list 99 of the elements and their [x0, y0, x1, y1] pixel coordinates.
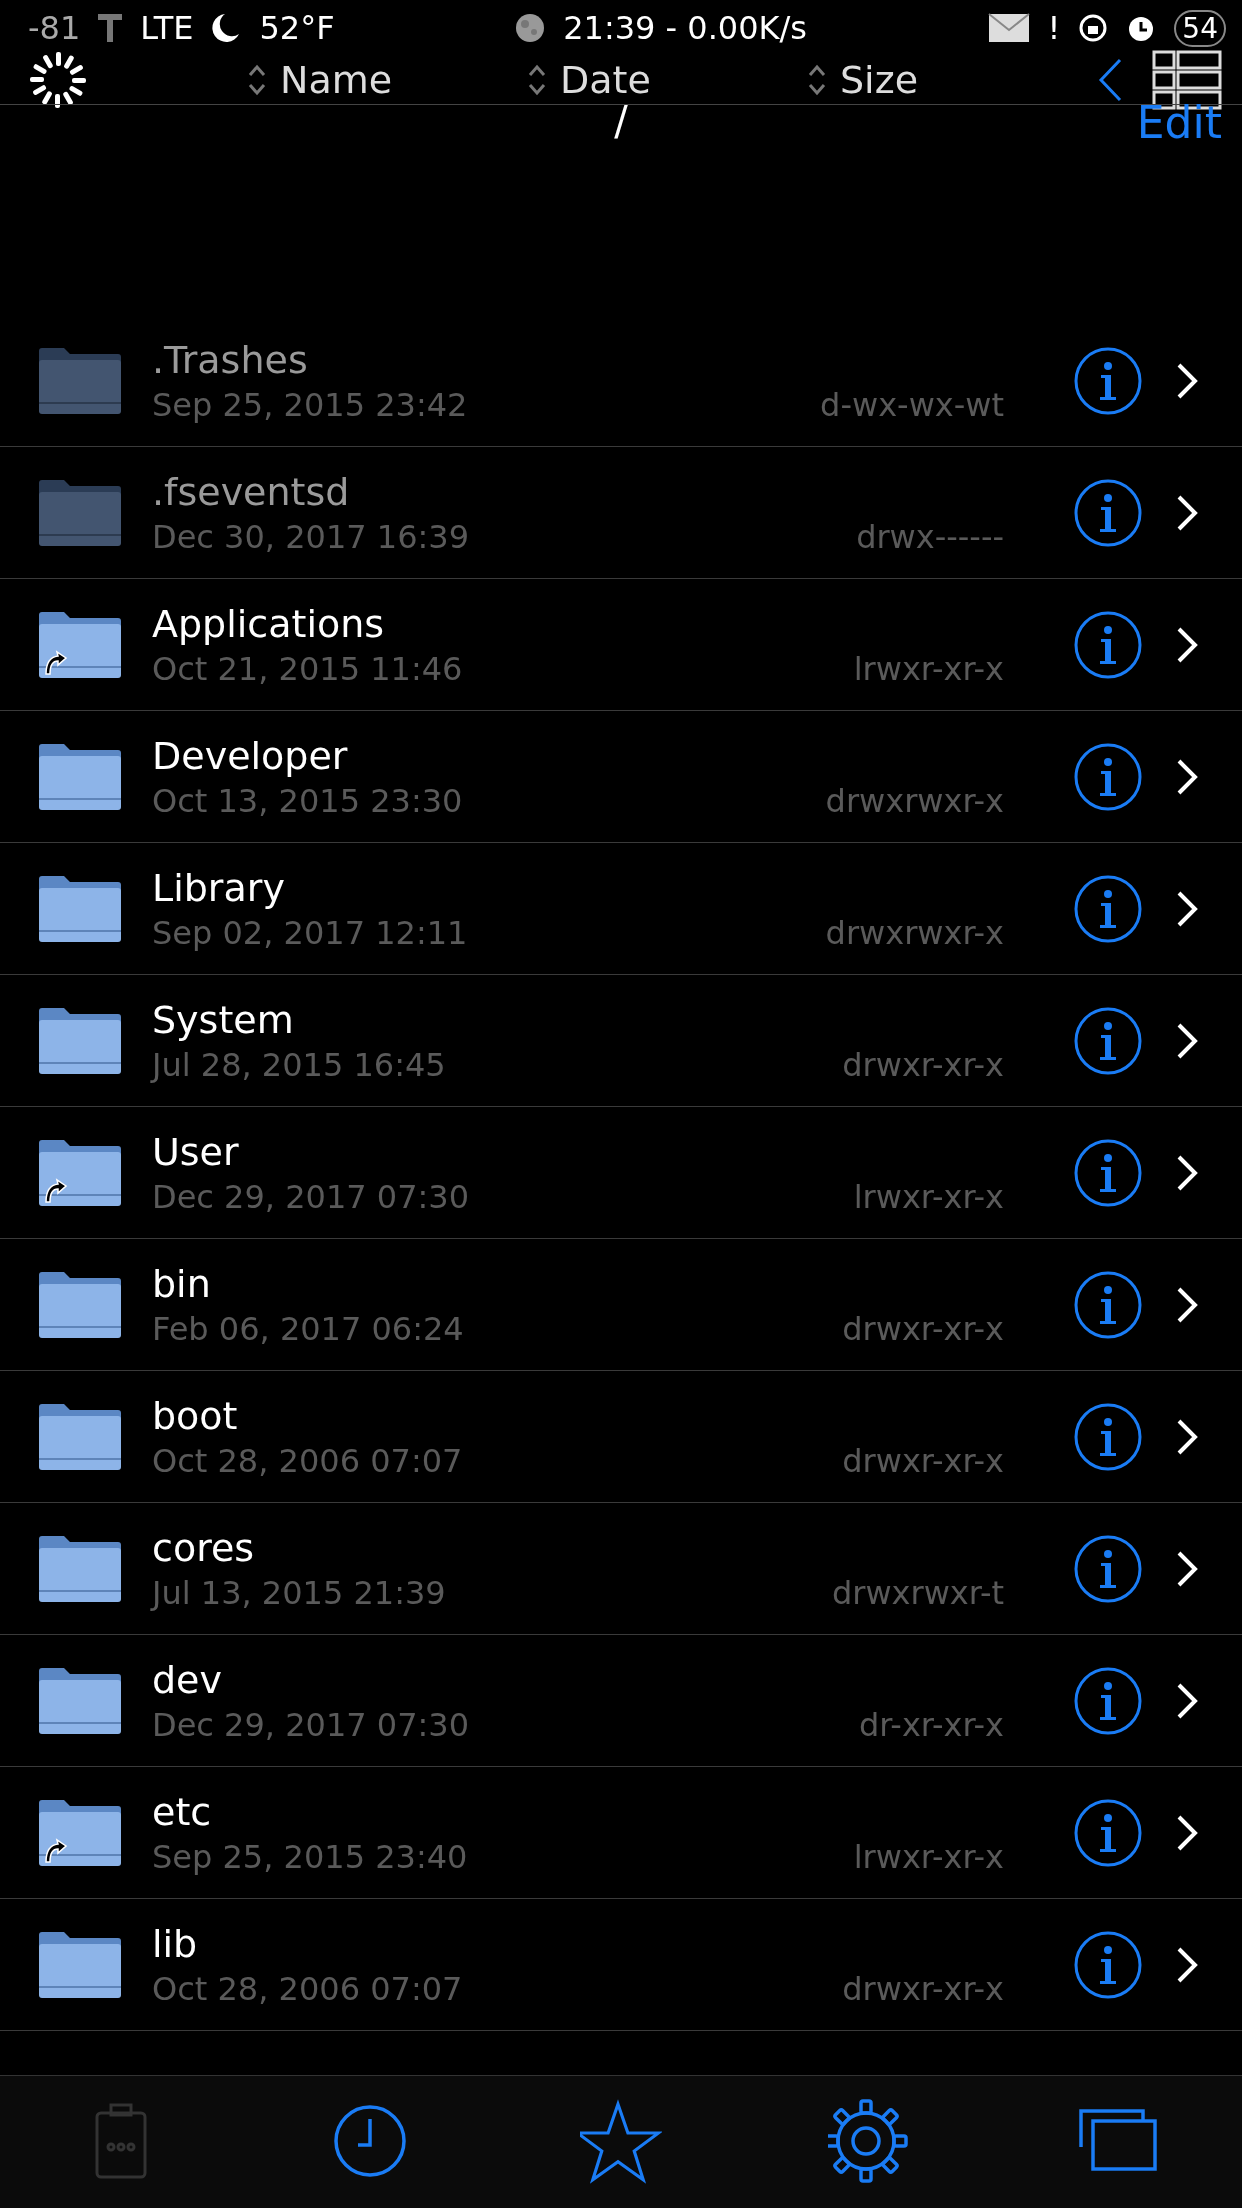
- permissions: drwxr-xr-x: [842, 1045, 1004, 1084]
- mail-icon: [987, 13, 1030, 43]
- chevron-right-icon[interactable]: [1176, 1417, 1198, 1456]
- modified-date: Sep 02, 2017 12:11: [152, 913, 468, 952]
- permissions: drwxr-xr-x: [842, 1969, 1004, 2008]
- sort-arrows-icon: [528, 63, 546, 97]
- modified-date: Sep 25, 2015 23:40: [152, 1837, 468, 1876]
- chevron-right-icon[interactable]: [1176, 1945, 1198, 1984]
- folder-icon: [38, 873, 122, 944]
- folder-icon: [38, 1401, 122, 1472]
- permissions: lrwxr-xr-x: [853, 1837, 1004, 1876]
- modified-date: Jul 28, 2015 16:45: [152, 1045, 446, 1084]
- info-icon[interactable]: [1074, 1666, 1142, 1735]
- permissions: drwxr-xr-x: [842, 1309, 1004, 1348]
- info-icon[interactable]: [1074, 1006, 1142, 1075]
- folder-icon: [38, 477, 122, 548]
- modified-date: Feb 06, 2017 06:24: [152, 1309, 464, 1348]
- chevron-right-icon[interactable]: [1176, 361, 1198, 400]
- permissions: dr-xr-xr-x: [858, 1705, 1004, 1744]
- clock-speed-text: 21:39 - 0.00K/s: [563, 9, 807, 47]
- file-name: Library: [152, 865, 286, 910]
- chevron-right-icon[interactable]: [1176, 1549, 1198, 1588]
- sort-button[interactable]: Name: [248, 58, 393, 102]
- sort-button[interactable]: Date: [528, 58, 651, 102]
- current-path: /: [614, 101, 628, 141]
- sort-arrows-icon: [808, 63, 826, 97]
- file-name: cores: [152, 1525, 256, 1570]
- carrier-logo-icon: [98, 12, 123, 44]
- network-type: LTE: [140, 9, 194, 47]
- modified-date: Oct 28, 2006 07:07: [152, 1969, 463, 2008]
- chevron-right-icon[interactable]: [1176, 757, 1198, 796]
- file-name: dev: [152, 1657, 223, 1702]
- info-icon[interactable]: [1074, 1930, 1142, 1999]
- permissions: lrwxr-xr-x: [853, 649, 1004, 688]
- file-name: User: [152, 1129, 240, 1174]
- file-name: .fseventsd: [152, 469, 351, 514]
- chevron-right-icon[interactable]: [1176, 1021, 1198, 1060]
- chevron-right-icon[interactable]: [1176, 625, 1198, 664]
- file-name: Applications: [152, 601, 386, 646]
- permissions: d-wx-wx-wt: [820, 385, 1004, 424]
- info-icon[interactable]: [1074, 874, 1142, 943]
- folder-icon: [38, 1269, 122, 1340]
- folder-link-icon: [38, 609, 122, 680]
- info-icon[interactable]: [1074, 1270, 1142, 1339]
- edit-button[interactable]: Edit: [1136, 96, 1222, 148]
- folder-link-icon: [38, 1797, 122, 1868]
- battery-level: 54: [1174, 9, 1226, 47]
- modified-date: Dec 29, 2017 07:30: [152, 1705, 469, 1744]
- modified-date: Sep 25, 2015 23:42: [152, 385, 468, 424]
- signal-strength: -81: [28, 9, 81, 47]
- file-name: boot: [152, 1393, 239, 1438]
- sort-button[interactable]: Size: [808, 58, 918, 102]
- file-name: Developer: [152, 733, 349, 778]
- file-name: .Trashes: [152, 337, 309, 382]
- modified-date: Dec 30, 2017 16:39: [152, 517, 469, 556]
- folder-icon: [38, 1929, 122, 2000]
- loading-spinner-icon: [28, 50, 88, 110]
- info-icon[interactable]: [1074, 1402, 1142, 1471]
- chevron-right-icon[interactable]: [1176, 889, 1198, 928]
- chevron-right-icon[interactable]: [1176, 1681, 1198, 1720]
- sort-arrows-icon: [248, 63, 266, 97]
- moon-icon: [211, 12, 242, 44]
- modified-date: Oct 21, 2015 11:46: [152, 649, 463, 688]
- modified-date: Dec 29, 2017 07:30: [152, 1177, 469, 1216]
- permissions: drwx------: [856, 517, 1004, 556]
- chevron-right-icon[interactable]: [1176, 1285, 1198, 1324]
- permissions: drwxrwxr-x: [825, 913, 1004, 952]
- info-icon[interactable]: [1074, 1534, 1142, 1603]
- permissions: lrwxr-xr-x: [853, 1177, 1004, 1216]
- info-icon[interactable]: [1074, 1138, 1142, 1207]
- permissions: drwxr-xr-x: [842, 1441, 1004, 1480]
- file-name: lib: [152, 1921, 199, 1966]
- folder-link-icon: [38, 1137, 122, 1208]
- modified-date: Oct 28, 2006 07:07: [152, 1441, 463, 1480]
- info-icon[interactable]: [1074, 610, 1142, 679]
- rotation-lock-icon: [1078, 13, 1109, 43]
- chevron-right-icon[interactable]: [1176, 493, 1198, 532]
- info-icon[interactable]: [1074, 478, 1142, 547]
- folder-icon: [38, 1665, 122, 1736]
- modified-date: Oct 13, 2015 23:30: [152, 781, 463, 820]
- chevron-right-icon[interactable]: [1176, 1153, 1198, 1192]
- info-icon[interactable]: [1074, 346, 1142, 415]
- file-name: bin: [152, 1261, 212, 1306]
- moon-phase-icon: [515, 13, 546, 43]
- alert-mark: !: [1047, 9, 1061, 47]
- folder-icon: [38, 1005, 122, 1076]
- permissions: drwxrwxr-x: [825, 781, 1004, 820]
- info-icon[interactable]: [1074, 742, 1142, 811]
- folder-icon: [38, 1533, 122, 1604]
- info-icon[interactable]: [1074, 1798, 1142, 1867]
- file-name: System: [152, 997, 295, 1042]
- back-icon[interactable]: [1098, 58, 1122, 102]
- file-name: etc: [152, 1789, 213, 1834]
- folder-icon: [38, 345, 122, 416]
- permissions: drwxrwxr-t: [831, 1573, 1004, 1612]
- chevron-right-icon[interactable]: [1176, 1813, 1198, 1852]
- modified-date: Jul 13, 2015 21:39: [152, 1573, 446, 1612]
- temperature: 52°F: [259, 9, 335, 47]
- folder-icon: [38, 741, 122, 812]
